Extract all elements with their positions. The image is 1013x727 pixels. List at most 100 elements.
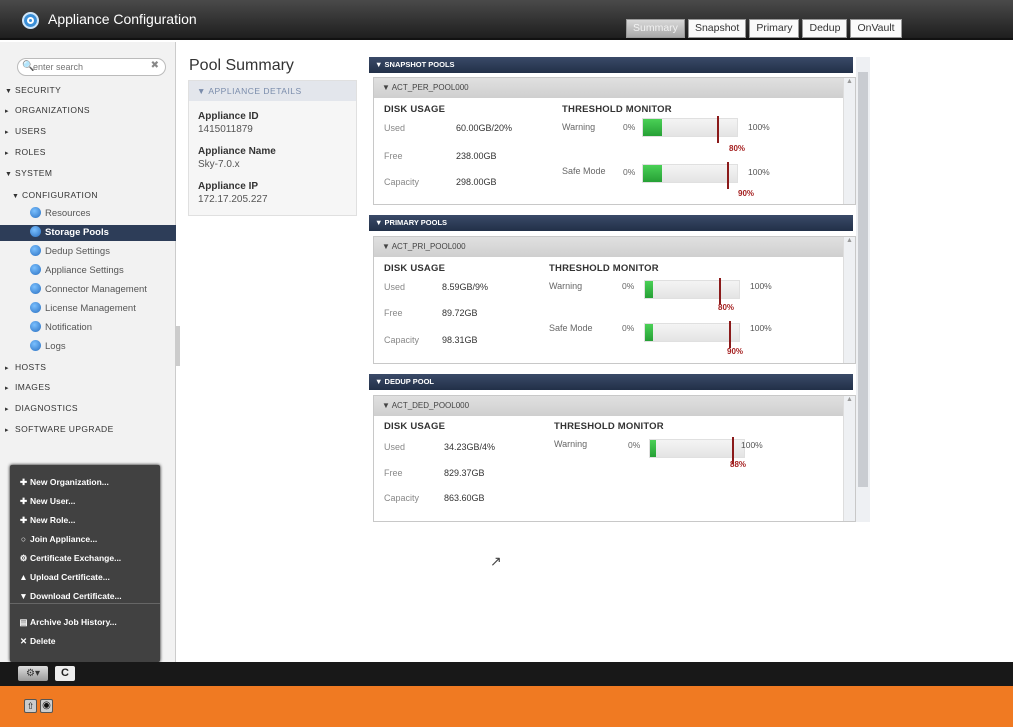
nav-roles[interactable]: ▸ ROLES (0, 144, 176, 160)
nav-users[interactable]: ▸ USERS (0, 123, 176, 139)
nav-item-license-management[interactable]: License Management (0, 301, 176, 317)
nav-images-label: IMAGES (15, 382, 51, 392)
pool-scrollbar[interactable]: ▲ (843, 78, 855, 204)
nav-security[interactable]: ▼ SECURITY (0, 82, 176, 98)
pool-header[interactable]: ▼ ACT_PRI_POOL000 (374, 237, 855, 257)
nav-organizations[interactable]: ▸ ORGANIZATIONS (0, 102, 176, 118)
capacity-value: 863.60GB (444, 493, 485, 503)
main-scrollbar-thumb[interactable] (858, 72, 868, 487)
certificate-exchange-action[interactable]: ⚙ Certificate Exchange... (19, 553, 121, 564)
snapshot-pool-card: ▼ ACT_PER_POOL000 ▲ DISK USAGE THRESHOLD… (373, 77, 856, 205)
storage-pools-icon (30, 226, 41, 237)
threshold-monitor-heading: THRESHOLD MONITOR (562, 104, 672, 115)
action-label: Download Certificate... (30, 591, 122, 601)
safe-mode-label: Safe Mode (549, 323, 593, 333)
plus-icon: ✚ (19, 477, 28, 487)
appliance-details-header[interactable]: ▼ APPLIANCE DETAILS (189, 81, 356, 101)
nav-hosts[interactable]: ▸ HOSTS (0, 359, 176, 375)
pool-name: ACT_PER_POOL000 (391, 83, 469, 92)
warning-bar-fill (650, 440, 656, 457)
chevron-down-icon: ▼ (382, 401, 390, 410)
nav-item-label: Appliance Settings (45, 265, 124, 276)
archive-job-history-action[interactable]: ▤ Archive Job History... (19, 617, 117, 628)
warning-threshold-label: 88% (730, 460, 747, 469)
nav-system[interactable]: ▼ SYSTEM (0, 165, 176, 181)
upload-button[interactable]: ⇧ (24, 699, 37, 713)
free-label: Free (384, 468, 403, 478)
warning-threshold-marker (719, 278, 721, 305)
notification-icon (30, 321, 41, 332)
pool-header[interactable]: ▼ ACT_DED_POOL000 (374, 396, 855, 416)
threshold-monitor-heading: THRESHOLD MONITOR (549, 263, 659, 274)
settings-menu-button[interactable]: ⚙▾ (18, 666, 48, 681)
warning-min: 0% (623, 122, 636, 132)
warning-threshold-label: 80% (718, 303, 735, 312)
snapshot-pools-header[interactable]: ▼ SNAPSHOT POOLS (369, 57, 853, 73)
download-certificate-action[interactable]: ▼ Download Certificate... (19, 591, 122, 601)
nav-item-label: Dedup Settings (45, 246, 110, 257)
options-button[interactable]: ◉ (40, 699, 53, 713)
nav-item-dedup-settings[interactable]: Dedup Settings (0, 244, 176, 260)
nav-hosts-label: HOSTS (15, 362, 47, 372)
logs-icon (30, 340, 41, 351)
warning-bar (642, 118, 738, 137)
nav-diagnostics[interactable]: ▸ DIAGNOSTICS (0, 400, 176, 416)
pool-header[interactable]: ▼ ACT_PER_POOL000 (374, 78, 855, 98)
warning-label: Warning (554, 439, 588, 449)
safe-mode-label: Safe Mode (562, 166, 606, 176)
action-label: Archive Job History... (30, 617, 117, 627)
tab-primary[interactable]: Primary (749, 19, 800, 38)
dedup-pool-header[interactable]: ▼ DEDUP POOL (369, 374, 853, 390)
sidebar-resize-handle[interactable] (176, 326, 180, 366)
upload-certificate-action[interactable]: ▲ Upload Certificate... (19, 572, 110, 582)
new-role-action[interactable]: ✚ New Role... (19, 515, 75, 526)
new-user-action[interactable]: ✚ New User... (19, 496, 75, 507)
warning-min: 0% (628, 440, 641, 450)
nav-item-storage-pools[interactable]: Storage Pools (0, 225, 176, 241)
nav-software-upgrade[interactable]: ▸ SOFTWARE UPGRADE (0, 421, 176, 437)
search-box: 🔍 ✖ (17, 58, 166, 76)
warning-threshold-marker (717, 116, 719, 143)
search-input[interactable] (33, 61, 143, 73)
pool-scrollbar[interactable]: ▲ (843, 237, 855, 363)
new-organization-action[interactable]: ✚ New Organization... (19, 477, 109, 488)
appliance-ip-value: 172.17.205.227 (198, 194, 268, 205)
nav-item-notification[interactable]: Notification (0, 320, 176, 336)
chevron-down-icon: ▼ (375, 218, 383, 227)
pool-scrollbar[interactable]: ▲ (843, 396, 855, 521)
free-value: 238.00GB (456, 151, 497, 161)
nav-item-resources[interactable]: Resources (0, 206, 176, 222)
tab-snapshot[interactable]: Snapshot (687, 19, 747, 38)
divider (10, 603, 160, 604)
tab-onvault[interactable]: OnVault (850, 19, 902, 38)
nav-item-connector-management[interactable]: Connector Management (0, 282, 176, 298)
safe-mode-max: 100% (748, 167, 770, 177)
clear-search-icon[interactable]: ✖ (151, 60, 159, 71)
warning-max: 100% (750, 281, 772, 291)
nav-item-appliance-settings[interactable]: Appliance Settings (0, 263, 176, 279)
action-label: Delete (30, 636, 56, 646)
chevron-down-icon: ▼ (197, 86, 206, 96)
chevron-down-icon: ▼ (375, 377, 383, 386)
warning-bar (644, 280, 740, 299)
license-management-icon (30, 302, 41, 313)
nav-users-label: USERS (15, 126, 47, 136)
upload-icon: ▲ (19, 572, 28, 582)
tab-dedup[interactable]: Dedup (802, 19, 848, 38)
free-value: 89.72GB (442, 308, 478, 318)
nav-item-logs[interactable]: Logs (0, 339, 176, 355)
section-title: PRIMARY POOLS (384, 218, 448, 227)
refresh-button[interactable]: C (55, 666, 75, 681)
nav-images[interactable]: ▸ IMAGES (0, 379, 176, 395)
join-appliance-action[interactable]: ○ Join Appliance... (19, 534, 97, 544)
primary-pools-header[interactable]: ▼ PRIMARY POOLS (369, 215, 853, 231)
used-value: 60.00GB/20% (456, 123, 513, 133)
delete-action[interactable]: ✕ Delete (19, 636, 56, 647)
nav-security-label: SECURITY (15, 85, 62, 95)
section-title: SNAPSHOT POOLS (384, 60, 455, 69)
tab-summary[interactable]: Summary (626, 19, 685, 38)
safe-mode-threshold-marker (729, 321, 731, 348)
nav-configuration[interactable]: ▼ CONFIGURATION (0, 187, 176, 203)
safe-mode-bar-fill (645, 324, 653, 341)
appliance-details-panel: ▼ APPLIANCE DETAILS Appliance ID 1415011… (188, 80, 357, 216)
